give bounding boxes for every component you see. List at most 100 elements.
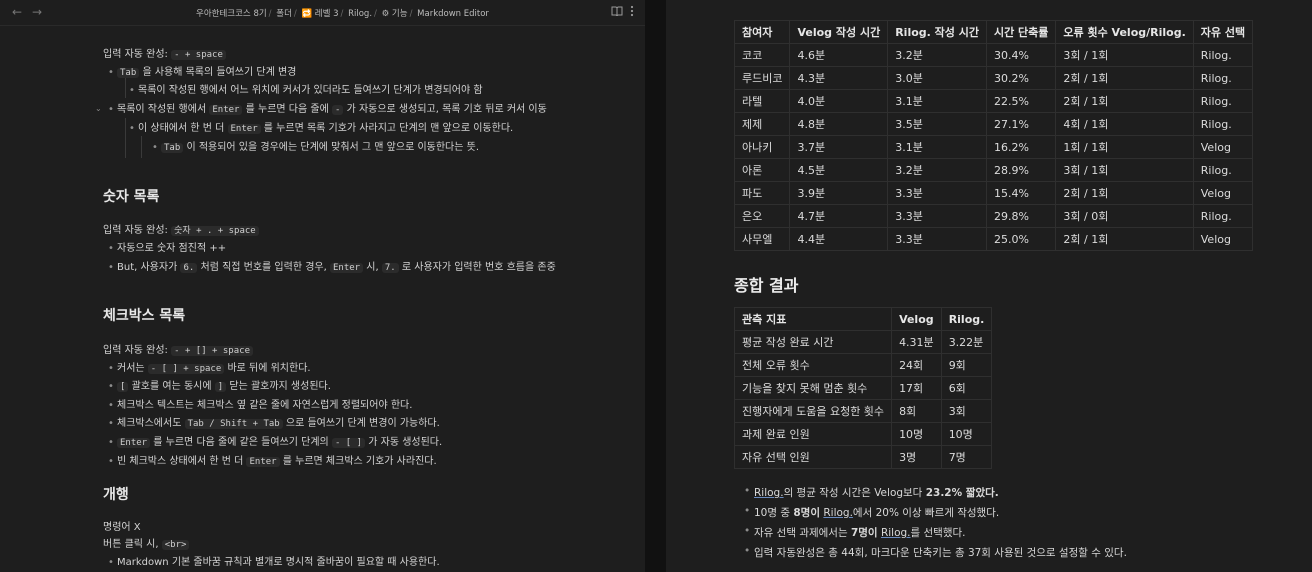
table-cell[interactable]: 3명 — [891, 445, 942, 469]
table-cell[interactable]: 3.3분 — [887, 204, 987, 228]
table-cell[interactable]: 2회 / 1회 — [1055, 181, 1194, 205]
table-cell[interactable]: 진행자에게 도움을 요청한 횟수 — [733, 399, 893, 423]
table-cell[interactable]: 4.0분 — [789, 89, 889, 113]
table-cell[interactable]: 과제 완료 인원 — [733, 422, 893, 446]
table-cell[interactable]: 4.5분 — [789, 158, 889, 182]
table-cell[interactable]: 사무엘 — [733, 227, 791, 251]
table-cell[interactable]: 2회 / 1회 — [1055, 227, 1194, 251]
text: 빈 체크박스 상태에서 한 번 더 — [117, 456, 244, 467]
inline-code: - + space — [171, 50, 226, 60]
table-cell[interactable]: 3.1분 — [887, 135, 987, 159]
table-cell[interactable]: Velog — [1192, 135, 1254, 159]
more-icon[interactable] — [630, 5, 634, 20]
table-cell[interactable]: Velog — [1192, 227, 1254, 251]
table-cell[interactable]: 29.8% — [985, 204, 1057, 228]
table-cell[interactable]: 파도 — [733, 181, 791, 205]
table-cell[interactable]: 3회 — [940, 399, 993, 423]
table-cell[interactable]: Rilog. — [1192, 43, 1254, 67]
table-cell[interactable]: 4.6분 — [789, 43, 889, 67]
table-cell[interactable]: 8회 — [891, 399, 942, 423]
inline-code: 숫자 + . + space — [171, 226, 259, 236]
table-cell[interactable]: 24회 — [891, 353, 942, 377]
table-cell[interactable]: 30.4% — [985, 43, 1057, 67]
rilog-link[interactable]: Rilog. — [823, 507, 853, 519]
table-cell[interactable]: 9회 — [940, 353, 993, 377]
table-row: 과제 완료 인원 10명 10명 — [733, 422, 993, 446]
table-cell[interactable]: 라텔 — [733, 89, 791, 113]
book-open-icon[interactable] — [611, 5, 623, 19]
fold-chevron-icon[interactable]: ⌄ — [95, 104, 102, 113]
table-cell[interactable]: Rilog. — [1192, 204, 1254, 228]
pane-divider[interactable] — [645, 0, 666, 572]
inline-code: ] — [214, 382, 227, 392]
table-cell[interactable]: 3.7분 — [789, 135, 889, 159]
table-cell[interactable]: 3.9분 — [789, 181, 889, 205]
breadcrumb-item[interactable]: Rilog. — [348, 9, 372, 19]
breadcrumb-item[interactable]: 우아한테크코스 8기 — [196, 9, 267, 19]
table-cell[interactable]: 4회 / 1회 — [1055, 112, 1194, 136]
table-cell[interactable]: 아나키 — [733, 135, 791, 159]
text: 체크박스 텍스트는 체크박스 옆 같은 줄에 자연스럽게 정렬되어야 한다. — [117, 400, 413, 411]
table-cell[interactable]: 아론 — [733, 158, 791, 182]
table-cell[interactable]: 15.4% — [985, 181, 1057, 205]
list-item: But, 사용자가 6. 처럼 직접 번호를 입력한 경우, Enter 시, … — [108, 261, 556, 275]
list-item: 커서는 - [ ] + space 바로 뒤에 위치한다. — [108, 362, 311, 376]
table-cell[interactable]: 3.3분 — [887, 227, 987, 251]
table-cell[interactable]: 4.31분 — [891, 330, 942, 354]
table-cell[interactable]: 4.8분 — [789, 112, 889, 136]
table-cell[interactable]: Rilog. — [1192, 89, 1254, 113]
table-row: 평균 작성 완료 시간 4.31분 3.22분 — [733, 330, 993, 354]
table-cell[interactable]: Rilog. — [1192, 112, 1254, 136]
table-cell[interactable]: 코코 — [733, 43, 791, 67]
table-cell[interactable]: 2회 / 1회 — [1055, 89, 1194, 113]
table-cell[interactable]: 3.1분 — [887, 89, 987, 113]
table-cell[interactable]: 전체 오류 횟수 — [733, 353, 893, 377]
table-cell[interactable]: 자유 선택 인원 — [733, 445, 893, 469]
breadcrumb-item[interactable]: 🔁 레벨 3 — [301, 9, 338, 19]
table-cell[interactable]: 2회 / 1회 — [1055, 66, 1194, 90]
table-cell[interactable]: 3.2분 — [887, 158, 987, 182]
table-cell[interactable]: Rilog. — [1192, 158, 1254, 182]
table-cell[interactable]: 27.1% — [985, 112, 1057, 136]
text: 시, — [366, 262, 379, 273]
table-cell[interactable]: 제제 — [733, 112, 791, 136]
table-cell[interactable]: 3.2분 — [887, 43, 987, 67]
table-cell[interactable]: 10명 — [891, 422, 942, 446]
table-cell[interactable]: 3.0분 — [887, 66, 987, 90]
table-cell[interactable]: 1회 / 1회 — [1055, 135, 1194, 159]
breadcrumb-current[interactable]: Markdown Editor — [417, 9, 489, 19]
rilog-link[interactable]: Rilog. — [754, 487, 784, 499]
table-cell[interactable]: 4.4분 — [789, 227, 889, 251]
table-cell[interactable]: 3회 / 1회 — [1055, 158, 1194, 182]
heading-line-break: 개행 — [103, 487, 129, 503]
table-cell[interactable]: 3.5분 — [887, 112, 987, 136]
table-cell[interactable]: 기능을 찾지 못해 멈춘 횟수 — [733, 376, 893, 400]
table-cell[interactable]: 3.22분 — [940, 330, 993, 354]
rilog-link[interactable]: Rilog. — [881, 527, 911, 539]
table-cell[interactable]: 25.0% — [985, 227, 1057, 251]
inline-code: Enter — [227, 124, 261, 134]
breadcrumb-item[interactable]: ⚙ 기능 — [382, 9, 408, 19]
table-cell[interactable]: 3회 / 1회 — [1055, 43, 1194, 67]
table-cell[interactable]: Rilog. — [1192, 66, 1254, 90]
inline-code: Tab / Shift + Tab — [184, 419, 283, 429]
table-cell[interactable]: 22.5% — [985, 89, 1057, 113]
table-cell[interactable]: 3회 / 0회 — [1055, 204, 1194, 228]
back-icon[interactable]: ← — [12, 5, 22, 19]
table-cell[interactable]: 루드비코 — [733, 66, 791, 90]
table-cell[interactable]: 10명 — [940, 422, 993, 446]
breadcrumb-item[interactable]: 폴더 — [276, 9, 292, 19]
table-cell[interactable]: 4.3분 — [789, 66, 889, 90]
table-cell[interactable]: 30.2% — [985, 66, 1057, 90]
forward-icon[interactable]: → — [32, 5, 42, 19]
table-cell[interactable]: 4.7분 — [789, 204, 889, 228]
table-cell[interactable]: 17회 — [891, 376, 942, 400]
table-cell[interactable]: 16.2% — [985, 135, 1057, 159]
table-cell[interactable]: 28.9% — [985, 158, 1057, 182]
table-cell[interactable]: 6회 — [940, 376, 993, 400]
table-cell[interactable]: 은오 — [733, 204, 791, 228]
table-cell[interactable]: Velog — [1192, 181, 1254, 205]
table-cell[interactable]: 평균 작성 완료 시간 — [733, 330, 893, 354]
table-cell[interactable]: 3.3분 — [887, 181, 987, 205]
table-cell[interactable]: 7명 — [940, 445, 993, 469]
